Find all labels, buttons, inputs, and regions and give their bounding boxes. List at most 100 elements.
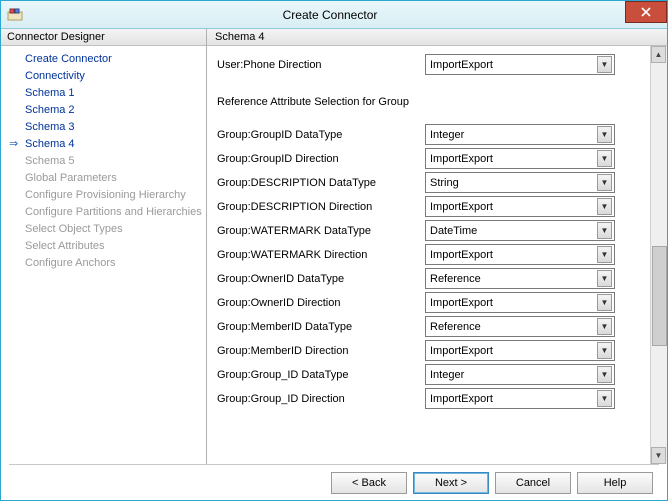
- field-label: Group:Group_ID DataType: [217, 369, 425, 381]
- select-value: ImportExport: [430, 297, 493, 309]
- direction-select[interactable]: ImportExport ▼: [425, 292, 615, 313]
- nav-item-label: Select Attributes: [25, 240, 105, 252]
- nav-item-label: Select Object Types: [25, 223, 123, 235]
- field-label: Group:GroupID Direction: [217, 153, 425, 165]
- next-button[interactable]: Next >: [413, 472, 489, 494]
- scroll-down-icon[interactable]: ▼: [651, 447, 666, 464]
- nav-item: Configure Anchors: [1, 254, 206, 271]
- form-row: Group:OwnerID Direction ImportExport ▼: [217, 292, 650, 313]
- datatype-select[interactable]: Integer ▼: [425, 364, 615, 385]
- nav-item-label: Schema 2: [25, 104, 75, 116]
- chevron-down-icon: ▼: [597, 318, 612, 335]
- field-label: Group:WATERMARK DataType: [217, 225, 425, 237]
- nav-item: Schema 5: [1, 152, 206, 169]
- cancel-button[interactable]: Cancel: [495, 472, 571, 494]
- select-value: DateTime: [430, 225, 477, 237]
- field-label: Group:WATERMARK Direction: [217, 249, 425, 261]
- chevron-down-icon: ▼: [597, 366, 612, 383]
- nav-item-label: Configure Anchors: [25, 257, 116, 269]
- section-header: Reference Attribute Selection for Group: [217, 78, 650, 124]
- datatype-select[interactable]: Reference ▼: [425, 268, 615, 289]
- scroll-up-icon[interactable]: ▲: [651, 46, 666, 63]
- datatype-select[interactable]: String ▼: [425, 172, 615, 193]
- field-label: Group:MemberID Direction: [217, 345, 425, 357]
- nav-item: Configure Provisioning Hierarchy: [1, 186, 206, 203]
- nav-header: Connector Designer: [1, 29, 206, 46]
- title-bar: Create Connector: [1, 1, 667, 29]
- form-row: Group:Group_ID DataType Integer ▼: [217, 364, 650, 385]
- window-title: Create Connector: [23, 8, 637, 22]
- chevron-down-icon: ▼: [597, 246, 612, 263]
- nav-item[interactable]: Create Connector: [1, 50, 206, 67]
- direction-select[interactable]: ImportExport ▼: [425, 340, 615, 361]
- field-label: Group:Group_ID Direction: [217, 393, 425, 405]
- form-row: Group:WATERMARK DirectionImportExport▼: [217, 244, 650, 265]
- nav-item-label: Connectivity: [25, 70, 85, 82]
- direction-select[interactable]: ImportExport▼: [425, 196, 615, 217]
- field-label: Group:GroupID DataType: [217, 129, 425, 141]
- nav-item-label: Global Parameters: [25, 172, 117, 184]
- form-row: Group:GroupID Direction ImportExport ▼: [217, 148, 650, 169]
- direction-select[interactable]: ImportExport▼: [425, 244, 615, 265]
- select-value: ImportExport: [430, 345, 493, 357]
- nav-item-label: Schema 4: [25, 138, 75, 150]
- nav-item-label: Configure Provisioning Hierarchy: [25, 189, 186, 201]
- chevron-down-icon: ▼: [597, 270, 612, 287]
- chevron-down-icon: ▼: [597, 126, 612, 143]
- select-value: Integer: [430, 369, 464, 381]
- field-label: Group:OwnerID DataType: [217, 273, 425, 285]
- chevron-down-icon: ▼: [597, 198, 612, 215]
- form-row: Group:OwnerID DataType Reference ▼: [217, 268, 650, 289]
- nav-panel: Connector Designer Create Connector Conne…: [1, 29, 207, 464]
- back-button[interactable]: < Back: [331, 472, 407, 494]
- chevron-down-icon: ▼: [597, 150, 612, 167]
- select-value: ImportExport: [430, 59, 493, 71]
- chevron-down-icon: ▼: [597, 390, 612, 407]
- nav-item: Configure Partitions and Hierarchies: [1, 203, 206, 220]
- nav-item[interactable]: ⇒Schema 4: [1, 135, 206, 152]
- nav-item-label: Configure Partitions and Hierarchies: [25, 206, 202, 218]
- nav-item-label: Schema 5: [25, 155, 75, 167]
- nav-list: Create Connector Connectivity Schema 1 Sche…: [1, 46, 206, 275]
- nav-item[interactable]: Schema 2: [1, 101, 206, 118]
- form-row: Group:DESCRIPTION DirectionImportExport▼: [217, 196, 650, 217]
- nav-item[interactable]: Schema 1: [1, 84, 206, 101]
- form-row: Group:DESCRIPTION DataType String ▼: [217, 172, 650, 193]
- nav-item: Select Object Types: [1, 220, 206, 237]
- field-label: Group:DESCRIPTION DataType: [217, 177, 425, 189]
- nav-item[interactable]: Connectivity: [1, 67, 206, 84]
- chevron-down-icon: ▼: [597, 294, 612, 311]
- nav-item: Global Parameters: [1, 169, 206, 186]
- select-value: String: [430, 177, 459, 189]
- form-row: Group:Group_ID DirectionImportExport▼: [217, 388, 650, 409]
- form-row: Group:WATERMARK DataType DateTime ▼: [217, 220, 650, 241]
- direction-select[interactable]: ImportExport ▼: [425, 148, 615, 169]
- datatype-select[interactable]: DateTime ▼: [425, 220, 615, 241]
- form-row: User:Phone Direction ImportExport ▼: [217, 54, 650, 75]
- select-value: Reference: [430, 321, 481, 333]
- app-icon: [7, 7, 23, 23]
- scrollbar-thumb[interactable]: [652, 246, 667, 346]
- help-button[interactable]: Help: [577, 472, 653, 494]
- datatype-select[interactable]: Reference ▼: [425, 316, 615, 337]
- direction-select[interactable]: ImportExport▼: [425, 388, 615, 409]
- nav-item-label: Schema 1: [25, 87, 75, 99]
- main-header: Schema 4: [207, 29, 667, 46]
- main-panel: Schema 4 User:Phone Direction ImportExpo…: [207, 29, 667, 464]
- field-label: Group:MemberID DataType: [217, 321, 425, 333]
- form-row: Group:GroupID DataTypeInteger▼: [217, 124, 650, 145]
- nav-item[interactable]: Schema 3: [1, 118, 206, 135]
- select-value: ImportExport: [430, 153, 493, 165]
- chevron-down-icon: ▼: [597, 174, 612, 191]
- chevron-down-icon: ▼: [597, 222, 612, 239]
- direction-select[interactable]: ImportExport ▼: [425, 54, 615, 75]
- close-button[interactable]: [625, 1, 667, 23]
- nav-item: Select Attributes: [1, 237, 206, 254]
- datatype-select[interactable]: Integer▼: [425, 124, 615, 145]
- select-value: Reference: [430, 273, 481, 285]
- vertical-scrollbar[interactable]: ▲ ▼: [650, 46, 667, 464]
- nav-item-label: Create Connector: [25, 53, 112, 65]
- field-label: Group:OwnerID Direction: [217, 297, 425, 309]
- form-area: User:Phone Direction ImportExport ▼ Refe…: [207, 46, 650, 464]
- chevron-down-icon: ▼: [597, 342, 612, 359]
